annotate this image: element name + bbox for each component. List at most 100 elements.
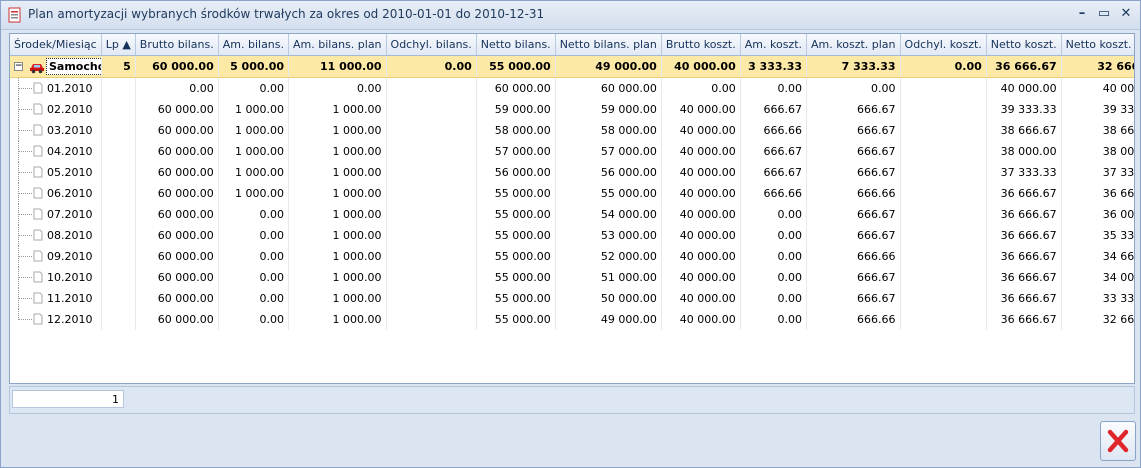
table-row[interactable]: 01.2010 0.00 0.00 0.00 60 000.00 60 000.00 0.0…: [10, 77, 1134, 99]
table-cell: [900, 99, 987, 120]
tree-branch: [18, 214, 32, 215]
table-cell: 33 333.33: [1061, 288, 1134, 309]
column-header[interactable]: Am. bilans. plan: [288, 34, 387, 56]
title-bar[interactable]: Plan amortyzacji wybranych środków trwał…: [1, 1, 1140, 30]
tree-branch: [18, 298, 32, 299]
table-cell: [101, 99, 136, 120]
table-cell: 60 000.00: [135, 204, 219, 225]
table-cell: 36 666.67: [986, 183, 1062, 204]
table-row[interactable]: 11.2010 60 000.00 0.00 1 000.00 55 000.00 50 …: [10, 288, 1134, 309]
group-cell: 49 000.00: [555, 55, 662, 78]
column-header[interactable]: Am. bilans.: [218, 34, 290, 56]
column-header[interactable]: Lp ▲: [101, 34, 136, 56]
document-icon: [33, 187, 43, 199]
table-cell: [900, 141, 987, 162]
month-cell: 03.2010: [10, 120, 102, 141]
table-cell: 36 666.67: [986, 309, 1062, 330]
group-cell: 0.00: [386, 55, 477, 78]
table-cell: [900, 162, 987, 183]
table-cell: 39 333.33: [1061, 99, 1134, 120]
close-window-icon[interactable]: ✕: [1116, 5, 1136, 23]
table-cell: 60 000.00: [135, 225, 219, 246]
tree-branch: [18, 130, 32, 131]
table-row[interactable]: 05.2010 60 000.00 1 000.00 1 000.00 56 000.0…: [10, 162, 1134, 183]
column-header[interactable]: Środek/Miesiąc: [10, 34, 102, 56]
table-row[interactable]: 07.2010 60 000.00 0.00 1 000.00 55 000.00 54 …: [10, 204, 1134, 225]
table-cell: 666.66: [740, 183, 808, 204]
table-cell: [101, 288, 136, 309]
table-row[interactable]: 12.2010 60 000.00 0.00 1 000.00 55 000.00 49 …: [10, 309, 1134, 330]
month-cell: 04.2010: [10, 141, 102, 162]
table-row[interactable]: 08.2010 60 000.00 0.00 1 000.00 55 000.00 53 …: [10, 225, 1134, 246]
table-cell: 60 000.00: [135, 267, 219, 288]
table-cell: 56 000.00: [555, 162, 662, 183]
tree-branch: [18, 172, 32, 173]
group-cell: 0.00: [900, 55, 987, 78]
table-cell: 0.00: [218, 225, 290, 246]
table-cell: 1 000.00: [218, 162, 290, 183]
month-label: 12.2010: [47, 313, 93, 326]
table-cell: 666.67: [806, 120, 901, 141]
table-cell: 37 333.33: [986, 162, 1062, 183]
column-header[interactable]: Netto bilans. plan: [555, 34, 662, 56]
minimize-icon[interactable]: –: [1072, 5, 1092, 23]
month-cell: 08.2010: [10, 225, 102, 246]
table-cell: 0.00: [661, 77, 741, 99]
table-cell: 49 000.00: [555, 309, 662, 330]
column-header[interactable]: Am. koszt.: [740, 34, 808, 56]
table-cell: 40 000.00: [661, 267, 741, 288]
document-icon: [33, 250, 43, 262]
table-cell: 0.00: [218, 77, 290, 99]
table-cell: 38 000.00: [1061, 141, 1134, 162]
table-row[interactable]: 09.2010 60 000.00 0.00 1 000.00 55 000.00 52 …: [10, 246, 1134, 267]
group-cell: 11 000.00: [288, 55, 387, 78]
table-cell: 1 000.00: [218, 99, 290, 120]
amortization-grid[interactable]: Środek/Miesiąc Lp ▲ Brutto bilans. Am. bila…: [9, 33, 1135, 384]
table-cell: 666.67: [806, 288, 901, 309]
column-header[interactable]: Netto bilans.: [476, 34, 556, 56]
group-row[interactable]: −Samochód...560 000.005 000.0011 000.000…: [10, 55, 1134, 78]
table-cell: 1 000.00: [288, 225, 387, 246]
close-button[interactable]: [1100, 421, 1136, 461]
document-icon: [33, 145, 43, 157]
group-cell: 55 000.00: [476, 55, 556, 78]
column-header[interactable]: Am. koszt. plan: [806, 34, 901, 56]
table-cell: 40 000.00: [1061, 77, 1134, 99]
group-cell: 40 000.00: [661, 55, 741, 78]
table-cell: 1 000.00: [288, 141, 387, 162]
month-label: 02.2010: [47, 103, 93, 116]
column-header[interactable]: Brutto koszt.: [661, 34, 741, 56]
month-label: 06.2010: [47, 187, 93, 200]
table-cell: 666.66: [740, 120, 808, 141]
table-row[interactable]: 04.2010 60 000.00 1 000.00 1 000.00 57 000.0…: [10, 141, 1134, 162]
status-bar: 1: [9, 386, 1135, 414]
table-cell: 0.00: [218, 267, 290, 288]
month-label: 11.2010: [47, 292, 93, 305]
column-header[interactable]: Netto koszt. plan: [1061, 34, 1134, 56]
table-cell: 53 000.00: [555, 225, 662, 246]
table-cell: 51 000.00: [555, 267, 662, 288]
table-cell: 36 000.00: [1061, 204, 1134, 225]
column-header[interactable]: Odchyl. bilans.: [386, 34, 477, 56]
table-cell: 0.00: [740, 267, 808, 288]
table-cell: 0.00: [218, 288, 290, 309]
document-icon: [33, 103, 43, 115]
table-row[interactable]: 06.2010 60 000.00 1 000.00 1 000.00 55 000.0…: [10, 183, 1134, 204]
table-row[interactable]: 02.2010 60 000.00 1 000.00 1 000.00 59 000.0…: [10, 99, 1134, 120]
table-row[interactable]: 03.2010 60 000.00 1 000.00 1 000.00 58 000.0…: [10, 120, 1134, 141]
table-cell: 666.67: [806, 225, 901, 246]
column-header[interactable]: Netto koszt.: [986, 34, 1062, 56]
column-header[interactable]: Odchyl. koszt.: [900, 34, 987, 56]
table-cell: 60 000.00: [135, 288, 219, 309]
table-cell: [900, 120, 987, 141]
red-x-icon: [1107, 429, 1129, 453]
table-row[interactable]: 10.2010 60 000.00 0.00 1 000.00 55 000.00 51 …: [10, 267, 1134, 288]
column-header[interactable]: Brutto bilans.: [135, 34, 219, 56]
maximize-icon[interactable]: ▭: [1094, 5, 1114, 23]
table-cell: [101, 246, 136, 267]
collapse-icon[interactable]: −: [14, 62, 23, 71]
table-cell: 37 333.33: [1061, 162, 1134, 183]
month-cell: 09.2010: [10, 246, 102, 267]
table-cell: 36 666.67: [986, 225, 1062, 246]
table-cell: 52 000.00: [555, 246, 662, 267]
